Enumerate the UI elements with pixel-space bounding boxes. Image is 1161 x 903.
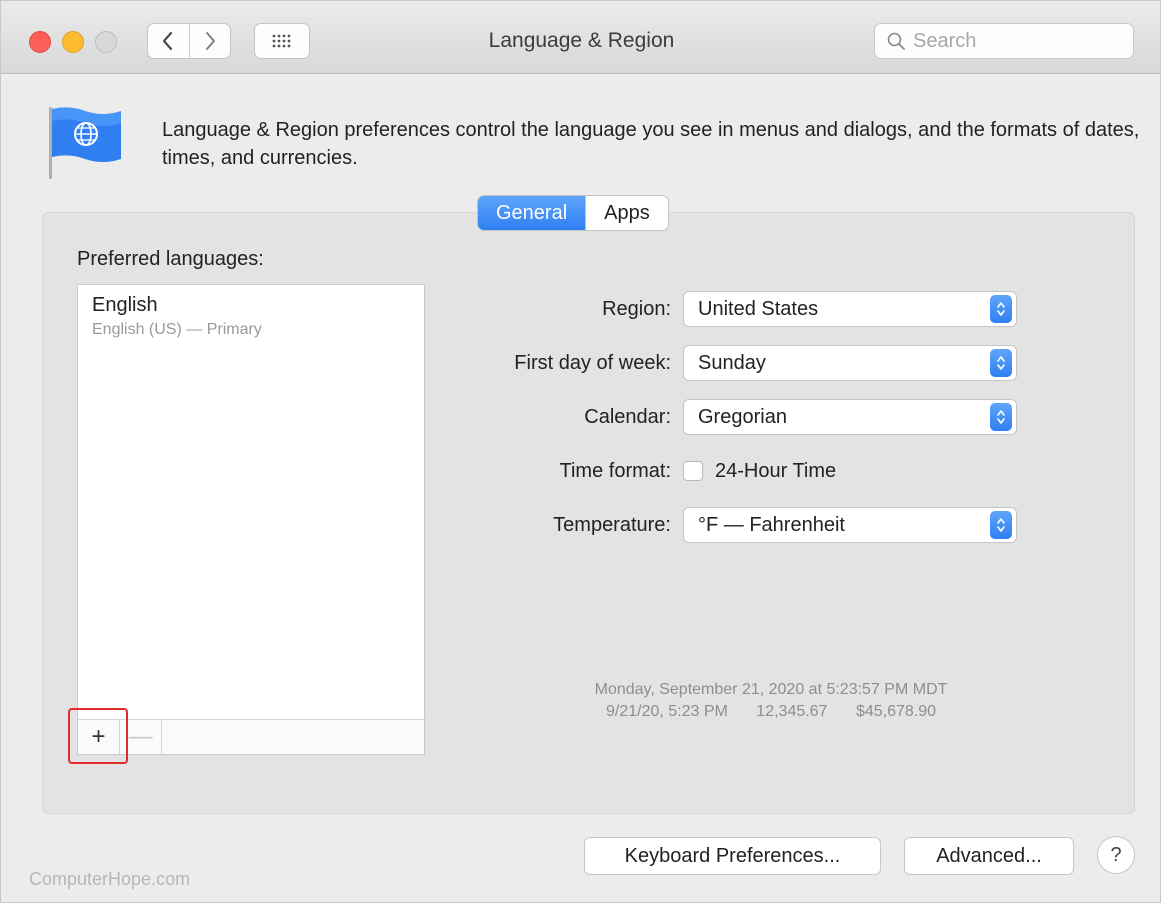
time-format-label: Time format: [559, 459, 672, 482]
temperature-row: Temperature: °F — Fahrenheit [441, 506, 1041, 544]
formats-preview-number: 12,345.67 [756, 703, 828, 720]
region-label: Region: [602, 297, 671, 320]
watermark: ComputerHope.com [29, 869, 191, 889]
search-field[interactable] [874, 23, 1134, 59]
tab-bar: General Apps [477, 195, 669, 231]
temperature-value: °F — Fahrenheit [698, 513, 845, 536]
formats-preview: Monday, September 21, 2020 at 5:23:57 PM… [481, 679, 1061, 723]
formats-preview-currency: $45,678.90 [855, 703, 937, 720]
keyboard-preferences-button[interactable]: Keyboard Preferences... [584, 837, 881, 875]
language-name: English [92, 294, 158, 316]
language-region-flag-icon [45, 103, 125, 188]
pane-description: Language & Region preferences control th… [162, 119, 1140, 169]
calendar-popup[interactable]: Gregorian [683, 399, 1017, 435]
annotation-highlight-box [68, 708, 128, 764]
first-day-value: Sunday [698, 351, 766, 374]
popup-arrows-icon [990, 403, 1012, 431]
first-day-row: First day of week: Sunday [441, 344, 1041, 382]
calendar-label: Calendar: [584, 405, 671, 428]
advanced-button[interactable]: Advanced... [904, 837, 1074, 875]
title-bar: Language & Region [1, 1, 1160, 74]
region-row: Region: United States [441, 290, 1041, 328]
calendar-row: Calendar: Gregorian [441, 398, 1041, 436]
preferences-window: Language & Region Language & Region pref… [0, 0, 1161, 903]
temperature-popup[interactable]: °F — Fahrenheit [683, 507, 1017, 543]
popup-arrows-icon [990, 511, 1012, 539]
popup-arrows-icon [990, 349, 1012, 377]
region-value: United States [698, 297, 819, 320]
formats-preview-examples: 9/21/20, 5:23 PM 12,345.67 $45,678.90 [481, 701, 1061, 723]
24-hour-time-label[interactable]: 24-Hour Time [715, 460, 836, 483]
first-day-label: First day of week: [514, 351, 671, 374]
list-item[interactable]: English English (US) — Primary [92, 294, 262, 339]
help-button[interactable]: ? [1097, 836, 1135, 874]
temperature-label: Temperature: [553, 513, 671, 536]
tab-general[interactable]: General [478, 196, 586, 230]
calendar-value: Gregorian [698, 405, 787, 428]
preferred-languages-heading: Preferred languages: [77, 248, 264, 270]
24-hour-time-checkbox[interactable] [683, 461, 703, 481]
formats-preview-short-date: 9/21/20, 5:23 PM [605, 703, 728, 720]
preferred-languages-list[interactable]: English English (US) — Primary [77, 284, 425, 720]
popup-arrows-icon [990, 295, 1012, 323]
tab-apps[interactable]: Apps [585, 196, 668, 230]
search-input[interactable] [913, 29, 1113, 53]
language-detail: English (US) — Primary [92, 321, 262, 338]
formats-preview-full-date: Monday, September 21, 2020 at 5:23:57 PM… [594, 681, 948, 698]
language-list-toolbar: + — [77, 719, 425, 755]
time-format-row: Time format: 24-Hour Time [441, 452, 1041, 490]
region-popup[interactable]: United States [683, 291, 1017, 327]
first-day-popup[interactable]: Sunday [683, 345, 1017, 381]
search-icon [887, 32, 905, 50]
